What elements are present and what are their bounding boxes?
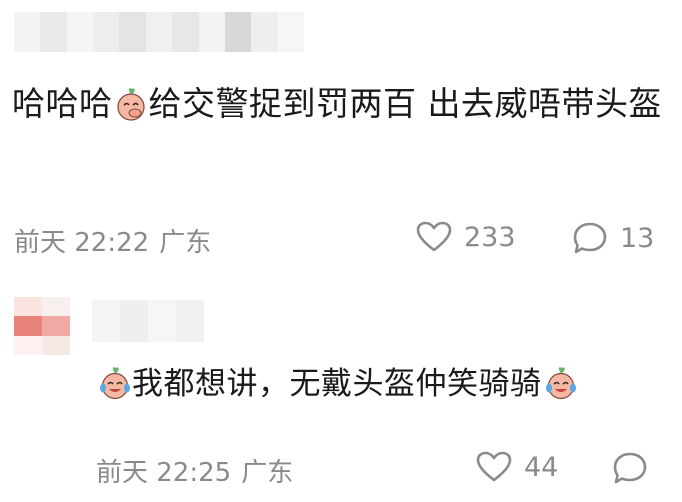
comment1-reply-count: 13: [620, 222, 655, 254]
crying-laughing-icon: [98, 364, 130, 400]
comment2-text: 我都想讲，无戴头盔仲笑骑骑: [96, 358, 578, 410]
comment1-location: 广东: [159, 228, 212, 258]
comment1-time: 前天 22:22: [14, 228, 150, 258]
covering-mouth-laugh-icon: [115, 82, 147, 121]
comment2-reply-button[interactable]: [612, 451, 648, 485]
comment1-reply-button[interactable]: 13: [572, 221, 654, 255]
comment1-like-button[interactable]: 233: [416, 221, 516, 253]
comment1-meta: 前天 22:22 广东: [14, 222, 211, 259]
comment2-meta: 前天 22:25 广东: [96, 452, 293, 489]
comment1-text: 哈哈哈 给交警捉到罚两百 出去威唔带头盔: [12, 76, 662, 132]
comment2-like-button[interactable]: 44: [476, 451, 558, 483]
crying-laughing-icon: [544, 364, 576, 400]
comment1-like-count: 233: [464, 221, 516, 253]
comment2-time: 前天 22:25: [96, 458, 232, 488]
comment1-text-prefix: 哈哈哈: [12, 84, 113, 123]
comment2-like-count: 44: [524, 451, 559, 483]
chat-bubble-icon: [613, 452, 647, 484]
comment2-text-main: 我都想讲，无戴头盔仲笑骑骑: [132, 366, 542, 402]
comment2-location: 广东: [241, 458, 294, 488]
comment2-avatar[interactable]: [14, 297, 70, 355]
chat-bubble-icon: [573, 222, 607, 254]
comment2-username-blurred[interactable]: [92, 300, 204, 342]
comment1-text-main: 给交警捉到罚两百 出去威唔带头盔: [148, 84, 662, 123]
heart-icon: [476, 451, 512, 482]
comment1-username-blurred[interactable]: [14, 12, 304, 52]
heart-icon: [416, 221, 452, 252]
